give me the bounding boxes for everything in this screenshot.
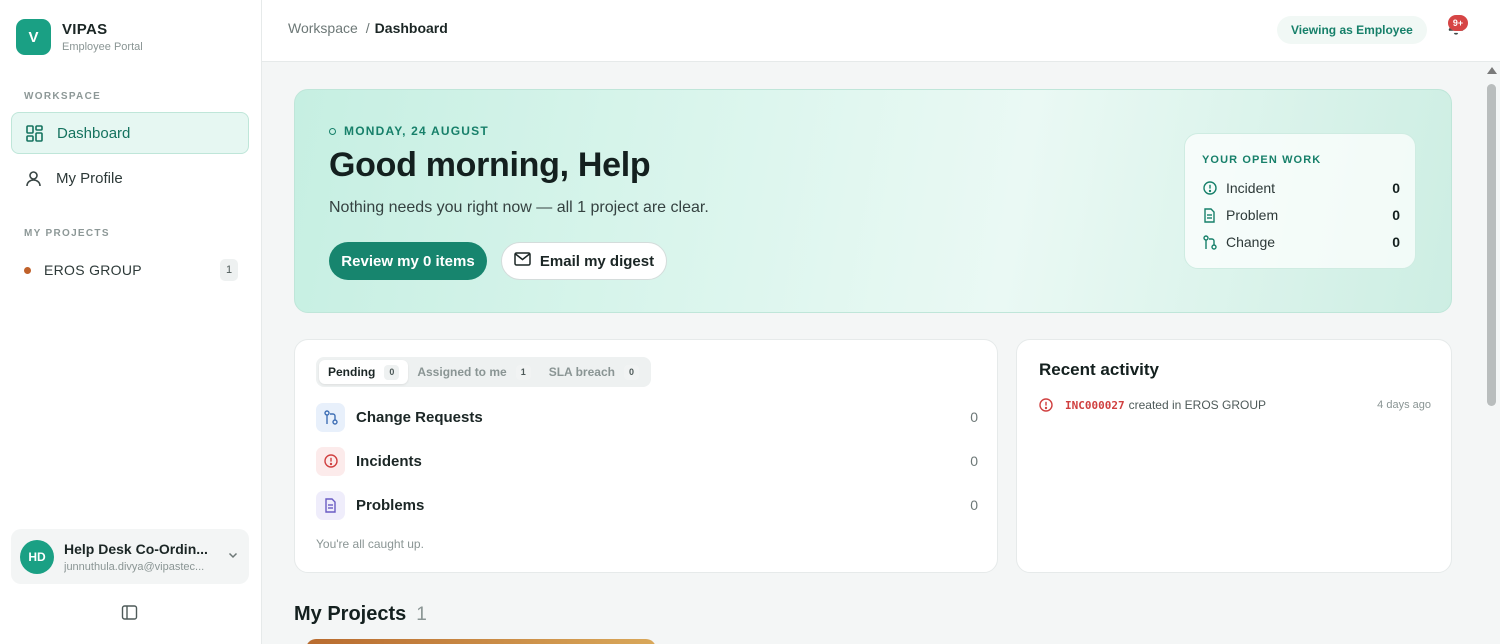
row-label: Problems <box>356 496 425 514</box>
sidebar-project-eros-group[interactable]: EROS GROUP 1 <box>24 258 238 282</box>
activity-item[interactable]: INC000027 created in EROS GROUP 4 days a… <box>1039 398 1431 412</box>
row-label: Change Requests <box>356 408 483 426</box>
chevron-down-icon <box>227 548 239 566</box>
work-row-change-requests[interactable]: Change Requests 0 <box>316 402 978 432</box>
sidebar: V VIPAS Employee Portal WORKSPACE Dashbo… <box>0 0 262 644</box>
git-pull-request-icon <box>1202 234 1217 250</box>
recent-activity-panel: Recent activity INC000027 created in ERO… <box>1016 339 1452 573</box>
open-work-value: 0 <box>1392 180 1400 196</box>
greeting-hero: MONDAY, 24 AUGUST Good morning, Help Not… <box>294 89 1452 313</box>
tab-count: 1 <box>515 364 531 380</box>
sidebar-item-label: Dashboard <box>57 124 131 142</box>
my-projects-heading: My Projects 1 <box>294 603 427 626</box>
alert-circle-icon <box>1202 181 1217 196</box>
email-digest-button[interactable]: Email my digest <box>501 242 667 280</box>
brand[interactable]: V VIPAS Employee Portal <box>16 19 143 55</box>
scroll-up-arrow-icon[interactable] <box>1487 67 1497 74</box>
tab-label: Pending <box>328 365 376 379</box>
scrollbar-thumb[interactable] <box>1487 84 1496 406</box>
email-digest-label: Email my digest <box>539 252 655 270</box>
document-icon <box>1202 207 1217 223</box>
row-count: 0 <box>970 497 978 513</box>
sidebar-collapse-icon[interactable] <box>121 604 139 622</box>
dashboard-grid-icon <box>25 124 43 142</box>
open-work-title: YOUR OPEN WORK <box>1202 154 1322 166</box>
user-icon <box>24 169 42 187</box>
brand-subtitle: Employee Portal <box>62 41 143 53</box>
open-work-change[interactable]: Change 0 <box>1202 232 1400 252</box>
breadcrumb-current: Dashboard <box>374 20 448 36</box>
user-email: junnuthula.divya@vipastec... <box>64 560 205 573</box>
open-work-value: 0 <box>1392 207 1400 223</box>
project-count-badge: 1 <box>220 259 238 281</box>
recent-activity-title: Recent activity <box>1039 360 1159 379</box>
workspace-section-label: WORKSPACE <box>24 91 102 102</box>
date-text: MONDAY, 24 AUGUST <box>344 124 489 138</box>
open-work-label: Change <box>1226 234 1276 250</box>
my-projects-section-label: MY PROJECTS <box>24 228 110 239</box>
avatar: HD <box>20 539 54 574</box>
empty-state-text: You're all caught up. <box>316 537 424 551</box>
work-row-problems[interactable]: Problems 0 <box>316 490 978 520</box>
activity-time: 4 days ago <box>1377 399 1431 411</box>
tab-label: Assigned to me <box>417 365 507 379</box>
breadcrumb: Workspace / Dashboard <box>288 20 448 36</box>
tab-pending[interactable]: Pending 0 <box>319 360 409 384</box>
project-name: EROS GROUP <box>44 262 142 278</box>
my-projects-title: My Projects <box>294 603 407 625</box>
open-work-incident[interactable]: Incident 0 <box>1202 178 1400 198</box>
project-card[interactable] <box>306 639 656 644</box>
breadcrumb-workspace[interactable]: Workspace <box>288 20 358 36</box>
viewing-as-badge[interactable]: Viewing as Employee <box>1277 16 1427 44</box>
open-work-label: Incident <box>1226 180 1276 196</box>
sidebar-item-label: My Profile <box>56 169 123 187</box>
mail-icon <box>514 252 531 270</box>
greeting-subtitle: Nothing needs you right now — all 1 proj… <box>329 199 709 216</box>
activity-text: created in EROS GROUP <box>1128 398 1266 412</box>
activity-ticket-id[interactable]: INC000027 <box>1065 399 1125 412</box>
hero-date: MONDAY, 24 AUGUST <box>329 124 489 138</box>
open-work-label: Problem <box>1226 207 1279 223</box>
user-name: Help Desk Co-Ordin... <box>64 540 208 557</box>
review-items-button[interactable]: Review my 0 items <box>329 242 487 280</box>
topbar: Workspace / Dashboard Viewing as Employee … <box>262 0 1500 62</box>
work-queue-panel: Pending 0 Assigned to me 1 SLA breach 0 … <box>294 339 998 573</box>
alert-circle-icon <box>316 446 345 476</box>
tab-assigned-to-me[interactable]: Assigned to me 1 <box>408 360 539 384</box>
tab-count: 0 <box>623 364 639 380</box>
my-projects-count: 1 <box>416 604 427 625</box>
page-scrollbar[interactable] <box>1484 62 1500 644</box>
sidebar-item-dashboard[interactable]: Dashboard <box>11 112 249 154</box>
alert-circle-icon <box>1039 398 1053 412</box>
brand-name: VIPAS <box>62 21 108 38</box>
greeting-title: Good morning, Help <box>329 146 651 184</box>
sidebar-item-my-profile[interactable]: My Profile <box>11 157 249 199</box>
tab-label: SLA breach <box>548 365 615 379</box>
breadcrumb-separator: / <box>365 20 370 36</box>
project-color-dot <box>24 266 31 274</box>
tab-sla-breach[interactable]: SLA breach 0 <box>540 360 648 384</box>
git-pull-request-icon <box>316 402 345 432</box>
notification-count-badge: 9+ <box>1448 15 1468 31</box>
tab-count: 0 <box>384 364 400 380</box>
row-count: 0 <box>970 453 978 469</box>
work-row-incidents[interactable]: Incidents 0 <box>316 446 978 476</box>
open-work-value: 0 <box>1392 234 1400 250</box>
user-menu[interactable]: HD Help Desk Co-Ordin... junnuthula.divy… <box>11 529 249 584</box>
work-tabs: Pending 0 Assigned to me 1 SLA breach 0 <box>316 357 651 387</box>
brand-logo: V <box>16 19 51 55</box>
document-icon <box>316 490 345 520</box>
row-count: 0 <box>970 409 978 425</box>
open-work-card: YOUR OPEN WORK Incident 0 Problem 0 Chan… <box>1184 133 1416 269</box>
row-label: Incidents <box>356 452 422 470</box>
open-work-problem[interactable]: Problem 0 <box>1202 205 1400 225</box>
date-dot-icon <box>329 127 336 135</box>
